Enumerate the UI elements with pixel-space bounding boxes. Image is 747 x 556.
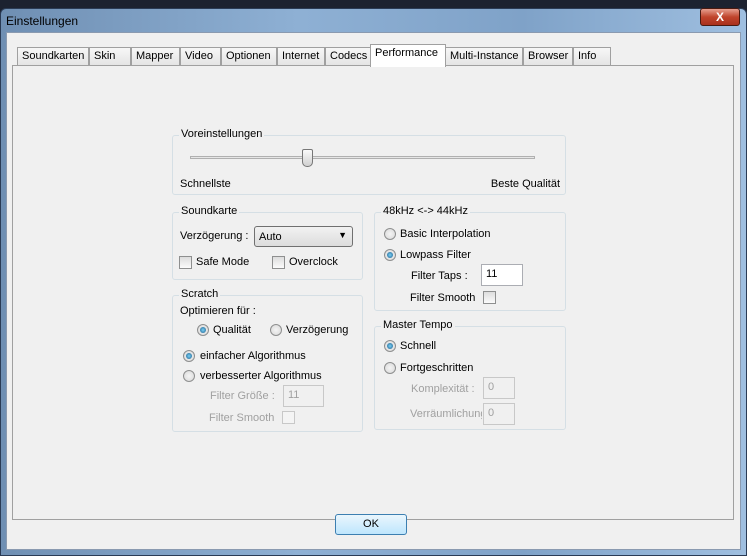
filter-taps-label: Filter Taps :: [411, 270, 468, 282]
ok-button[interactable]: OK: [335, 514, 407, 535]
opt-latency-label: Verzögerung: [286, 324, 349, 336]
fast-radio[interactable]: [384, 340, 396, 352]
presets-label: Voreinstellungen: [179, 128, 265, 140]
opt-quality-radio[interactable]: [197, 324, 209, 336]
tab-optionen[interactable]: Optionen: [221, 47, 277, 66]
presets-slider-thumb[interactable]: [302, 149, 314, 167]
overclock-checkbox[interactable]: [272, 256, 285, 269]
filter-size-input[interactable]: 11: [283, 385, 324, 407]
improved-algo-radio[interactable]: [183, 370, 195, 382]
tab-codecs[interactable]: Codecs: [325, 47, 371, 66]
basic-interp-label: Basic Interpolation: [400, 228, 491, 240]
scratch-filter-smooth-checkbox[interactable]: [282, 411, 295, 424]
tab-internet[interactable]: Internet: [277, 47, 325, 66]
spatial-input[interactable]: 0: [483, 403, 515, 425]
optimize-label: Optimieren für :: [180, 305, 256, 317]
spatial-label: Verräumlichung: [410, 408, 482, 420]
opt-quality-label: Qualität: [213, 324, 251, 336]
safe-mode-label: Safe Mode: [196, 256, 250, 268]
resample-label: 48kHz <-> 44kHz: [381, 205, 470, 217]
tab-skin[interactable]: Skin: [89, 47, 131, 66]
filter-size-label: Filter Größe :: [210, 390, 275, 402]
chevron-down-icon: ▼: [338, 230, 347, 240]
improved-algo-label: verbesserter Algorithmus: [200, 370, 322, 382]
master-tempo-label: Master Tempo: [381, 319, 455, 331]
latency-dropdown[interactable]: Auto ▼: [254, 226, 353, 247]
scratch-label: Scratch: [179, 288, 221, 300]
overclock-label: Overclock: [289, 256, 338, 268]
tab-mapper[interactable]: Mapper: [131, 47, 180, 66]
tab-soundkarten[interactable]: Soundkarten: [17, 47, 89, 66]
complexity-input[interactable]: 0: [483, 377, 515, 399]
soundcard-label: Soundkarte: [179, 205, 240, 217]
tab-performance[interactable]: Performance: [370, 44, 446, 67]
resample-filter-smooth-checkbox[interactable]: [483, 291, 496, 304]
tab-video[interactable]: Video: [180, 47, 221, 66]
simple-algo-label: einfacher Algorithmus: [200, 350, 306, 362]
opt-latency-radio[interactable]: [270, 324, 282, 336]
performance-panel: [12, 65, 734, 520]
slider-min-label: Schnellste: [180, 178, 231, 190]
basic-interp-radio[interactable]: [384, 228, 396, 240]
presets-slider-track[interactable]: [190, 156, 535, 159]
scratch-filter-smooth-label: Filter Smooth: [209, 412, 275, 424]
tab-browser[interactable]: Browser: [523, 47, 573, 66]
complexity-label: Komplexität :: [411, 383, 475, 395]
resample-filter-smooth-label: Filter Smooth: [410, 292, 476, 304]
filter-taps-input[interactable]: 11: [481, 264, 523, 286]
tab-multi-instance[interactable]: Multi-Instance: [445, 47, 523, 66]
advanced-radio[interactable]: [384, 362, 396, 374]
close-button[interactable]: X: [700, 8, 740, 26]
latency-value: Auto: [259, 231, 282, 243]
tab-info[interactable]: Info: [573, 47, 611, 66]
lowpass-radio[interactable]: [384, 249, 396, 261]
latency-label: Verzögerung :: [180, 230, 249, 242]
slider-max-label: Beste Qualität: [490, 178, 560, 190]
fast-label: Schnell: [400, 340, 437, 352]
window-title: Einstellungen: [6, 14, 79, 28]
simple-algo-radio[interactable]: [183, 350, 195, 362]
advanced-label: Fortgeschritten: [400, 362, 474, 374]
safe-mode-checkbox[interactable]: [179, 256, 192, 269]
lowpass-label: Lowpass Filter: [400, 249, 471, 261]
